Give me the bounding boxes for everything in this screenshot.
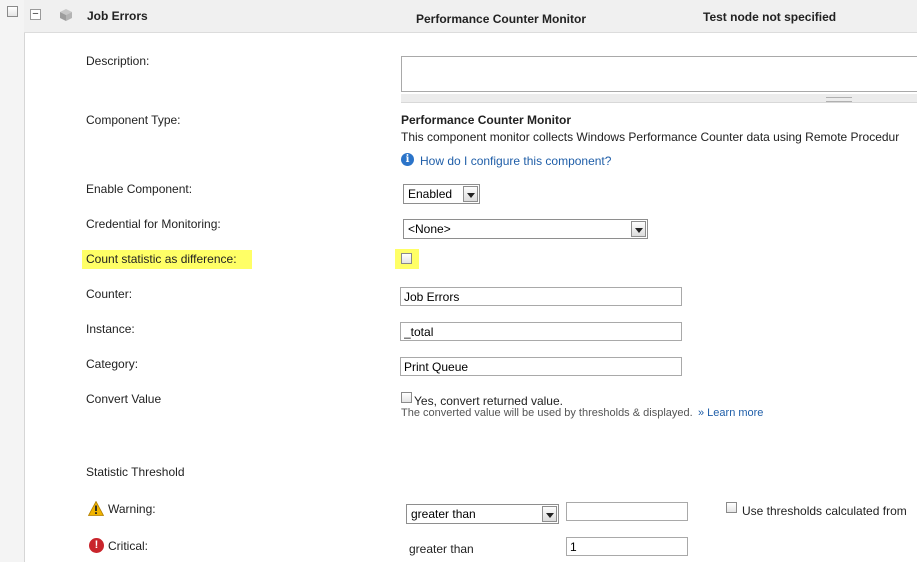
convert-value-hint: The converted value will be used by thre…	[401, 407, 693, 419]
enable-component-select[interactable]: Enabled	[403, 184, 480, 204]
instance-input[interactable]	[400, 322, 682, 341]
enable-component-value: Enabled	[408, 187, 453, 201]
row-selector-strip	[0, 0, 25, 562]
component-icon	[60, 9, 72, 21]
component-title: Job Errors	[87, 9, 148, 23]
credential-label: Credential for Monitoring:	[86, 217, 221, 231]
instance-label: Instance:	[86, 322, 135, 336]
credential-select[interactable]: <None>	[403, 219, 648, 239]
warning-operator-value: greater than	[411, 507, 476, 521]
warning-icon	[88, 501, 104, 516]
enable-component-label: Enable Component:	[86, 182, 193, 196]
warning-value-input[interactable]	[566, 502, 688, 521]
resize-grip-icon[interactable]	[826, 97, 852, 102]
use-thresholds-label: Use thresholds calculated from	[742, 504, 907, 518]
statistic-threshold-label: Statistic Threshold	[86, 465, 185, 479]
convert-value-checkbox-label: Yes, convert returned value.	[414, 394, 563, 408]
credential-value: <None>	[408, 222, 451, 236]
chevron-down-icon[interactable]	[463, 186, 478, 202]
critical-operator: greater than	[409, 542, 474, 556]
chevron-down-icon[interactable]	[542, 506, 557, 522]
learn-more-link[interactable]: » Learn more	[698, 407, 763, 419]
counter-label: Counter:	[86, 287, 133, 301]
test-node-status: Test node not specified	[703, 10, 837, 24]
description-textarea[interactable]	[401, 56, 917, 92]
convert-value-label: Convert Value	[86, 392, 162, 406]
critical-value-input[interactable]	[566, 537, 688, 556]
component-type-header: Performance Counter Monitor	[416, 12, 587, 26]
collapse-button[interactable]: −	[30, 9, 41, 20]
warning-operator-select[interactable]: greater than	[406, 504, 559, 524]
component-type-name: Performance Counter Monitor	[401, 113, 572, 127]
category-label: Category:	[86, 357, 139, 371]
help-link[interactable]: How do I configure this component?	[420, 154, 611, 168]
component-type-description: This component monitor collects Windows …	[401, 130, 900, 144]
info-icon: i	[401, 153, 414, 166]
component-type-label: Component Type:	[86, 113, 181, 127]
count-statistic-label: Count statistic as difference:	[86, 252, 237, 266]
count-statistic-checkbox[interactable]	[401, 253, 412, 264]
use-thresholds-checkbox[interactable]	[726, 502, 737, 513]
warning-label: Warning:	[108, 502, 156, 516]
counter-input[interactable]	[400, 287, 682, 306]
critical-label: Critical:	[108, 539, 149, 553]
error-icon: !	[89, 538, 104, 553]
chevron-down-icon[interactable]	[631, 221, 646, 237]
convert-value-checkbox[interactable]	[401, 392, 412, 403]
description-label: Description:	[86, 54, 150, 68]
category-input[interactable]	[400, 357, 682, 376]
row-select-checkbox[interactable]	[7, 6, 18, 17]
